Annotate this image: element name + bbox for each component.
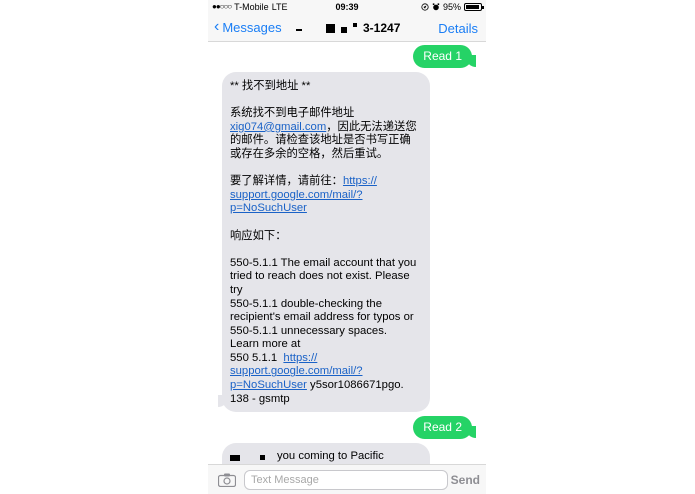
battery-icon	[464, 3, 484, 11]
response-text: Learn more at	[230, 338, 301, 351]
chevron-left-icon: ‹	[214, 18, 220, 35]
response-text: p=NoSuchUser y5sor1086671pgo.	[230, 379, 422, 393]
redaction-mark	[341, 27, 347, 33]
battery-level	[466, 5, 480, 9]
status-right: 95%	[421, 0, 484, 14]
battery-percent: 95%	[442, 2, 461, 12]
details-button[interactable]: Details	[438, 21, 478, 36]
redaction-mark	[326, 23, 335, 33]
response-text: recipient's email address for typos or	[230, 311, 414, 324]
support-link[interactable]: support.google.com/mail/?	[230, 365, 363, 377]
bounce-text: 或存在多余的空格，然后重试。	[230, 147, 389, 160]
camera-icon[interactable]	[218, 473, 236, 487]
response-id: y5sor1086671pgo.	[306, 379, 404, 392]
support-link[interactable]: p=NoSuchUser	[230, 202, 307, 214]
response-text: try	[230, 283, 243, 296]
response-text: 550-5.1.1 double-checking the	[230, 297, 382, 310]
response-text: 138 - gsmtp	[230, 392, 290, 405]
back-label: Messages	[222, 19, 282, 35]
bounce-text: 系统找不到电子邮件地址	[230, 107, 355, 120]
compose-bar: Send	[208, 464, 486, 494]
contact-number: 3-1247	[363, 21, 401, 35]
redaction-mark	[353, 23, 357, 27]
sent-message-bubble[interactable]: Read 2	[413, 416, 472, 439]
response-text: 550-5.1.1 The email account that you	[230, 256, 417, 269]
redaction-mark	[230, 455, 240, 461]
support-link[interactable]: support.google.com/mail/?	[230, 189, 363, 201]
alarm-clock-icon	[432, 3, 440, 11]
bounce-text-suffix: ，因此无法递送您	[326, 120, 417, 133]
bounce-text: 的邮件。请检查该地址是否书写正确	[230, 134, 411, 147]
conversation-title: 3-1247	[296, 21, 400, 35]
support-link-line: p=NoSuchUser	[230, 202, 422, 216]
redaction-mark	[260, 455, 265, 460]
response-text: 550-5.1.1 unnecessary spaces.	[230, 324, 387, 337]
conversation-view[interactable]: Read 1 ** 找不到地址 ** 系统找不到电子邮件地址 xig074@gm…	[208, 43, 486, 464]
messages-app: ●●○○○ T-Mobile LTE 09:39 95% ‹ Messages	[208, 0, 486, 494]
support-link[interactable]: https://	[343, 175, 377, 187]
support-link[interactable]: https://	[283, 352, 317, 364]
response-text: 550 5.1.1 https://	[230, 352, 422, 366]
received-message-bubble[interactable]: ** 找不到地址 ** 系统找不到电子邮件地址 xig074@gmail.com…	[222, 72, 430, 413]
email-link[interactable]: xig074@gmail.com	[230, 121, 326, 133]
send-button[interactable]: Send	[451, 473, 480, 487]
message-input[interactable]	[244, 470, 448, 490]
back-button[interactable]: ‹ Messages	[214, 19, 282, 35]
redaction-mark	[296, 29, 302, 31]
learn-more-text: 要了解详情，请前往：	[230, 175, 343, 188]
received-message-bubble[interactable]: you coming to Pacific	[222, 443, 430, 464]
bounce-heading: ** 找不到地址 **	[230, 80, 311, 92]
message-text: you coming to Pacific	[277, 450, 384, 462]
navigation-bar: ‹ Messages 3-1247 Details	[208, 14, 486, 42]
response-text: tried to reach does not exist. Please	[230, 270, 410, 283]
bounce-text: 要了解详情，请前往：https://	[230, 175, 422, 189]
sent-message-bubble[interactable]: Read 1	[413, 45, 472, 68]
bounce-text: 响应如下：	[230, 229, 287, 242]
bounce-text: xig074@gmail.com，因此无法递送您	[230, 121, 422, 135]
support-link-line: support.google.com/mail/?	[230, 189, 422, 203]
support-link-line: support.google.com/mail/?	[230, 365, 422, 379]
location-arrow-icon	[421, 3, 429, 11]
status-bar: ●●○○○ T-Mobile LTE 09:39 95%	[208, 0, 486, 14]
support-link[interactable]: p=NoSuchUser	[230, 379, 307, 391]
response-code: 550 5.1.1	[230, 351, 278, 364]
